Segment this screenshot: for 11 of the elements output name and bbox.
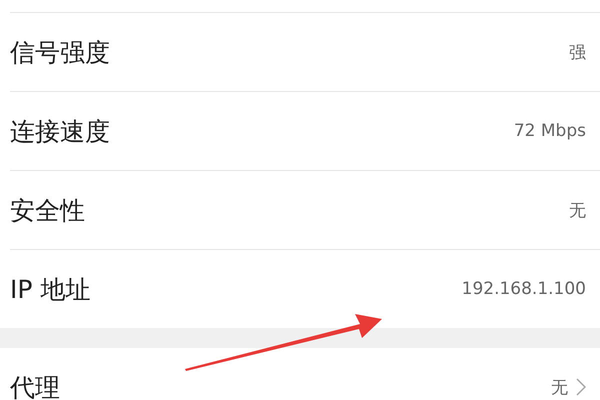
setting-value: 192.168.1.100 bbox=[462, 279, 586, 299]
setting-label: 代理 bbox=[10, 372, 61, 400]
setting-value: 无 bbox=[569, 200, 586, 222]
setting-label: 连接速度 bbox=[10, 116, 111, 148]
setting-value: 无 bbox=[551, 376, 568, 398]
setting-label: IP 地址 bbox=[10, 274, 92, 306]
setting-value: 强 bbox=[569, 42, 586, 64]
setting-label: 信号强度 bbox=[10, 36, 111, 68]
setting-label: 安全性 bbox=[10, 194, 86, 226]
chevron-icon bbox=[576, 378, 586, 396]
setting-value: 72 Mbps bbox=[514, 121, 586, 141]
